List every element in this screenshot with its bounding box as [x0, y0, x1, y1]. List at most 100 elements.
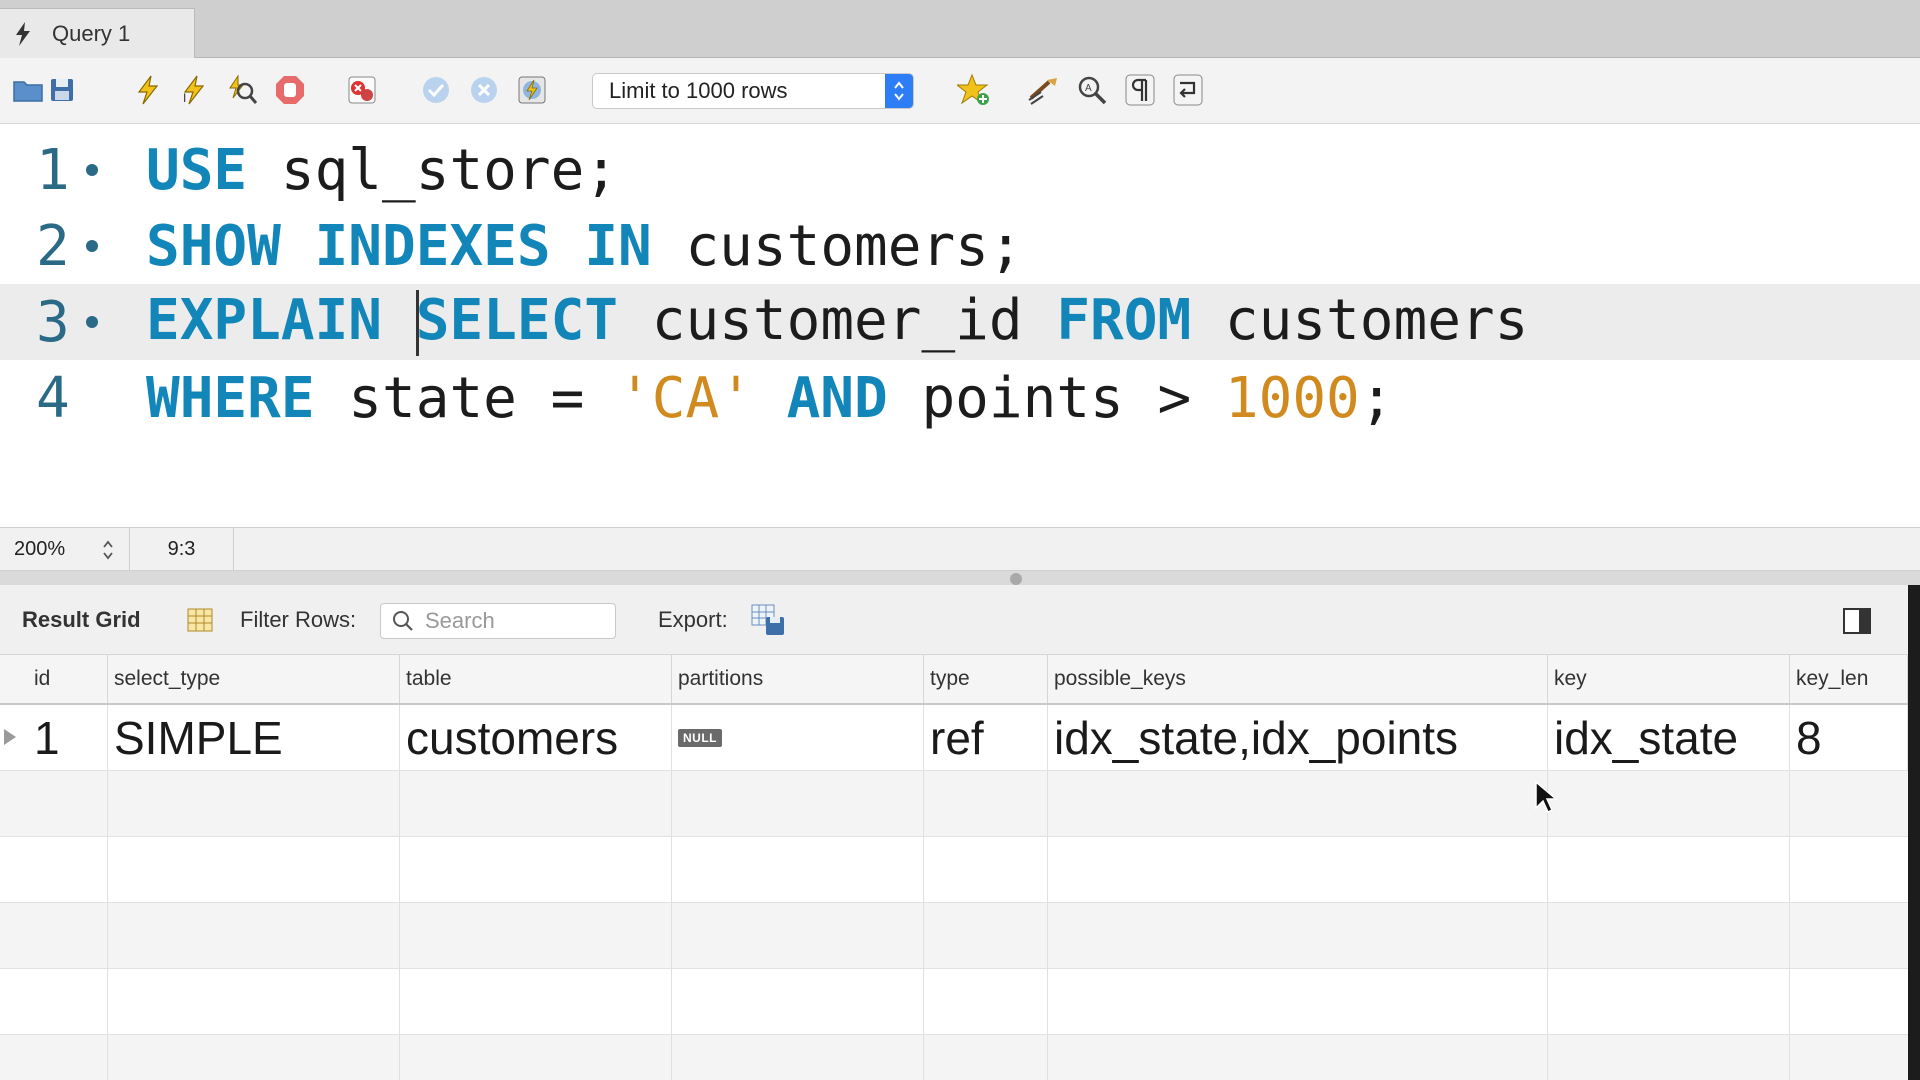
execute-icon[interactable] — [130, 72, 166, 108]
statement-marker-icon — [86, 240, 98, 252]
column-header-key-len[interactable]: key_len — [1790, 655, 1908, 703]
column-header-id[interactable]: id — [28, 655, 108, 703]
line-number: 3 — [36, 289, 70, 355]
identifier: customers; — [651, 213, 1023, 279]
cell-key[interactable]: idx_state — [1548, 705, 1790, 771]
cell-type[interactable]: ref — [924, 705, 1048, 771]
editor-line-1: 1 USE sql_store; — [0, 132, 1920, 208]
cell-id[interactable]: 1 — [28, 705, 108, 771]
export-label: Export: — [658, 607, 728, 632]
keyword: FROM — [1056, 287, 1192, 353]
empty-cell — [1048, 903, 1548, 969]
editor-status-bar: 200% 9:3 — [0, 527, 1920, 571]
keyword: INDEXES — [314, 213, 551, 279]
mouse-pointer-icon — [1534, 780, 1560, 816]
statement-marker-icon — [86, 164, 98, 176]
empty-cell — [924, 1035, 1048, 1080]
limit-rows-value: Limit to 1000 rows — [609, 78, 788, 103]
splitter-handle[interactable] — [1010, 573, 1022, 585]
zoom-value: 200% — [14, 538, 66, 560]
empty-cell — [1548, 1035, 1790, 1080]
identifier: customers — [1191, 287, 1529, 353]
table-row[interactable]: 1 SIMPLE customers NULL ref idx_state,id… — [0, 705, 1908, 771]
identifier: points > — [887, 365, 1225, 431]
empty-cell — [1048, 837, 1548, 903]
empty-row — [0, 771, 1908, 837]
column-header-possible-keys[interactable]: possible_keys — [1048, 655, 1548, 703]
cell-key-len[interactable]: 8 — [1790, 705, 1908, 771]
null-badge: NULL — [678, 729, 722, 747]
line-number: 1 — [36, 137, 70, 203]
cell-partitions[interactable]: NULL — [672, 705, 924, 771]
beautify-icon[interactable] — [1026, 72, 1062, 108]
grid-icon[interactable] — [186, 607, 214, 633]
string-literal: 'CA' — [618, 365, 753, 431]
filter-rows-label: Filter Rows: — [240, 607, 357, 632]
result-toolbar: Result Grid Filter Rows: Export: — [0, 585, 1920, 655]
column-header-select-type[interactable]: select_type — [108, 655, 400, 703]
empty-cell — [108, 903, 400, 969]
cell-possible-keys[interactable]: idx_state,idx_points — [1048, 705, 1548, 771]
save-icon[interactable] — [44, 72, 80, 108]
cell-table[interactable]: customers — [400, 705, 672, 771]
zoom-stepper[interactable]: 200% — [0, 528, 130, 571]
empty-cell — [108, 969, 400, 1035]
empty-cell — [400, 837, 672, 903]
column-header-partitions[interactable]: partitions — [672, 655, 924, 703]
code-text: SHOW INDEXES IN customers; — [146, 214, 1023, 279]
editor-line-4: 4 WHERE state = 'CA' AND points > 1000; — [0, 360, 1920, 436]
statement-marker-icon — [86, 316, 98, 328]
empty-cell — [108, 771, 400, 837]
invisibles-icon[interactable] — [1122, 72, 1158, 108]
commit-icon[interactable] — [418, 72, 454, 108]
row-pointer-icon — [4, 729, 16, 745]
add-snippet-icon[interactable] — [956, 72, 992, 108]
column-header-type[interactable]: type — [924, 655, 1048, 703]
empty-row — [0, 969, 1908, 1035]
chevron-updown-icon[interactable] — [95, 538, 121, 562]
toggle-panel-icon[interactable] — [1842, 607, 1872, 635]
open-folder-icon[interactable] — [10, 72, 46, 108]
query-toolbar: I Limit to 1000 rows A — [0, 58, 1920, 124]
filter-search-box[interactable] — [380, 603, 616, 639]
empty-cell — [400, 903, 672, 969]
empty-cell — [28, 837, 108, 903]
keyword: SELECT — [415, 287, 619, 353]
empty-cell — [28, 969, 108, 1035]
code-text: EXPLAIN SELECT customer_id FROM customer… — [146, 288, 1528, 357]
punctuation: ; — [1359, 365, 1394, 431]
empty-cell — [108, 837, 400, 903]
result-grid: id select_type table partitions type pos… — [0, 655, 1908, 1080]
wrap-icon[interactable] — [1170, 72, 1206, 108]
keyword: USE — [146, 137, 248, 203]
limit-rows-select[interactable]: Limit to 1000 rows — [592, 73, 914, 109]
side-panel-edge — [1908, 585, 1920, 1080]
empty-cell — [1548, 771, 1790, 837]
cell-select-type[interactable]: SIMPLE — [108, 705, 400, 771]
export-icon[interactable] — [750, 603, 786, 637]
column-header-table[interactable]: table — [400, 655, 672, 703]
empty-cell — [1048, 771, 1548, 837]
toggle-error-icon[interactable] — [344, 72, 380, 108]
identifier: state = — [314, 365, 619, 431]
column-header-key[interactable]: key — [1548, 655, 1790, 703]
execute-current-icon[interactable]: I — [176, 72, 212, 108]
autocommit-icon[interactable] — [514, 72, 550, 108]
empty-cell — [108, 1035, 400, 1080]
find-icon[interactable]: A — [1074, 72, 1110, 108]
tab-query-1[interactable]: Query 1 — [0, 8, 195, 58]
stop-icon[interactable] — [272, 72, 308, 108]
line-number: 4 — [36, 365, 70, 431]
empty-cell — [1048, 969, 1548, 1035]
grid-header: id select_type table partitions type pos… — [0, 655, 1908, 705]
empty-cell — [924, 837, 1048, 903]
line-number: 2 — [36, 213, 70, 279]
tab-bar: Query 1 — [0, 0, 1920, 58]
empty-cell — [1548, 837, 1790, 903]
rollback-icon[interactable] — [466, 72, 502, 108]
search-input[interactable] — [425, 608, 605, 634]
explain-icon[interactable] — [224, 72, 260, 108]
sql-editor[interactable]: 1 USE sql_store; 2 SHOW INDEXES IN custo… — [0, 124, 1920, 527]
empty-cell — [400, 1035, 672, 1080]
pane-splitter[interactable] — [0, 571, 1920, 585]
